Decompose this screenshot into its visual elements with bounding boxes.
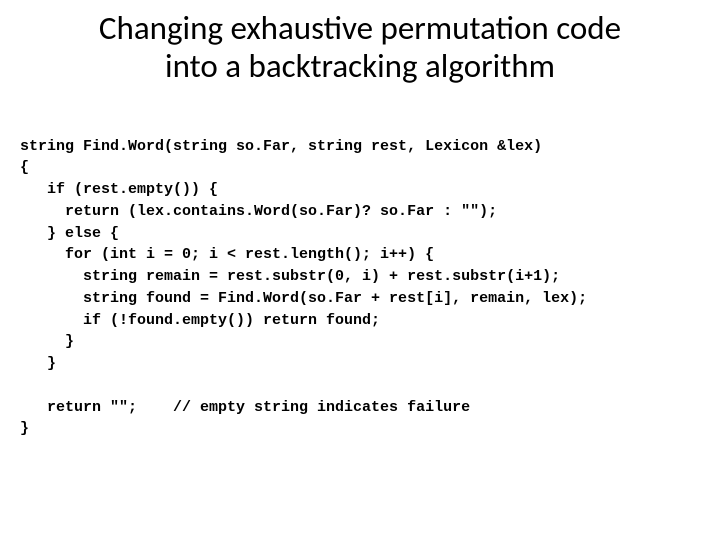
code-line: if (!found.empty()) return found;: [20, 312, 380, 329]
code-line: } else {: [20, 225, 119, 242]
code-line: }: [20, 355, 56, 372]
code-line: {: [20, 159, 29, 176]
code-line: return ""; // empty string indicates fai…: [20, 399, 470, 416]
slide-title: Changing exhaustive permutation code int…: [20, 10, 700, 86]
slide: Changing exhaustive permutation code int…: [0, 0, 720, 540]
code-line: for (int i = 0; i < rest.length(); i++) …: [20, 246, 434, 263]
code-line: string Find.Word(string so.Far, string r…: [20, 138, 542, 155]
code-line: return (lex.contains.Word(so.Far)? so.Fa…: [20, 203, 497, 220]
code-line: }: [20, 420, 29, 437]
code-line: if (rest.empty()) {: [20, 181, 218, 198]
code-line: }: [20, 333, 74, 350]
title-line-2: into a backtracking algorithm: [165, 46, 555, 86]
title-line-1: Changing exhaustive permutation code: [99, 8, 621, 48]
code-line: string found = Find.Word(so.Far + rest[i…: [20, 290, 587, 307]
code-block: string Find.Word(string so.Far, string r…: [20, 114, 700, 440]
code-line: string remain = rest.substr(0, i) + rest…: [20, 268, 560, 285]
